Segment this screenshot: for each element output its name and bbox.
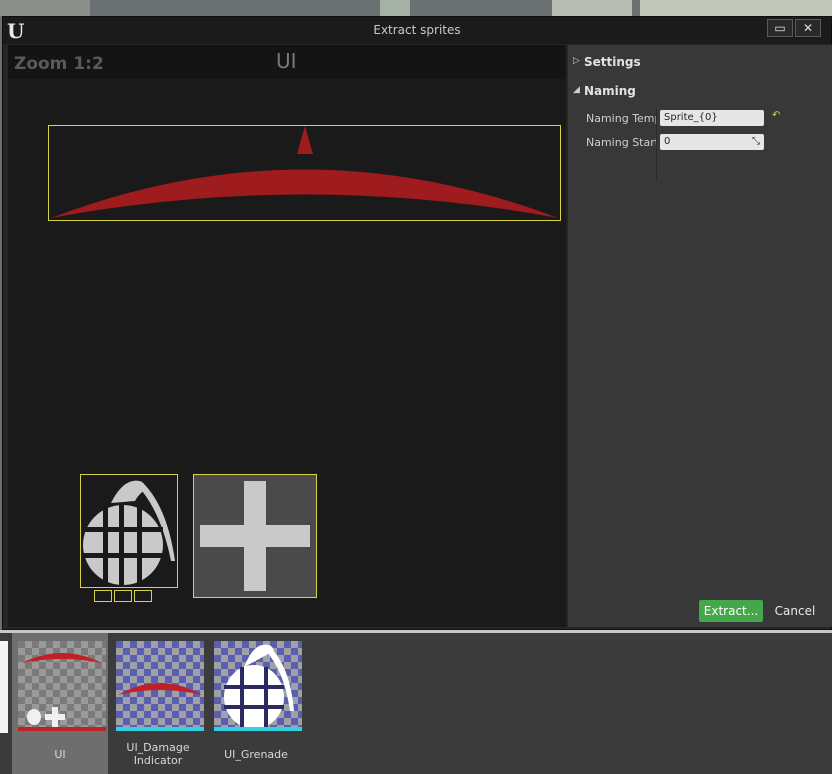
maximize-button[interactable]: ▭	[767, 19, 793, 37]
naming-template-field[interactable]: Sprite_{0}	[660, 110, 764, 126]
window-title: Extract sprites	[373, 23, 461, 37]
settings-category-label: Settings	[584, 55, 641, 69]
sprite-viewport[interactable]: Zoom 1:2 UI	[8, 45, 566, 627]
sprite-region-fragment[interactable]	[94, 590, 112, 602]
viewport-header: Zoom 1:2 UI	[8, 45, 566, 79]
details-panel: ▷ Settings ◢ Naming Naming Temp Sprite_{…	[568, 45, 832, 627]
sprite-region-plus[interactable]	[193, 474, 317, 598]
damage-indicator-preview	[116, 683, 204, 731]
texture-name: UI	[276, 49, 297, 73]
sprite-region-grenade[interactable]	[80, 474, 178, 588]
chevron-down-icon: ◢	[573, 85, 580, 95]
content-browser-strip: UI UI_Damage Indicator UI_Grenade	[0, 630, 832, 774]
asset-thumbnail-grenade	[214, 641, 302, 731]
grenade-preview-icon	[214, 644, 302, 731]
asset-thumbnail-damage-indicator	[116, 641, 204, 731]
extract-button[interactable]: Extract...	[699, 600, 763, 622]
naming-template-label: Naming Temp	[586, 112, 656, 125]
desktop-strip	[640, 0, 832, 16]
asset-tile-ui-grenade[interactable]: UI_Grenade	[208, 633, 304, 774]
naming-category-label: Naming	[584, 84, 636, 98]
asset-thumbnail-ui	[18, 641, 106, 731]
desktop-strip	[0, 0, 90, 16]
plus-sprite-icon	[200, 481, 310, 591]
extract-sprites-dialog: U Extract sprites ▭ ✕ Zoom 1:2 UI ▷ Sett…	[2, 16, 832, 630]
desktop-strip	[552, 0, 632, 16]
chevron-right-icon: ▷	[573, 56, 580, 66]
settings-category[interactable]: ▷ Settings	[568, 51, 832, 75]
asset-tile-partial[interactable]	[0, 641, 8, 733]
title-bar[interactable]: U Extract sprites ▭ ✕	[3, 17, 831, 44]
naming-start-value: 0	[664, 136, 671, 147]
sprite-region-fragment[interactable]	[114, 590, 132, 602]
damage-indicator-sprite	[51, 126, 558, 218]
naming-category[interactable]: ◢ Naming	[568, 80, 832, 104]
ui-texture-preview	[18, 653, 106, 731]
asset-label-ui: UI	[54, 748, 66, 761]
asset-tile-ui-damage-indicator[interactable]: UI_Damage Indicator	[110, 633, 206, 774]
zoom-label: Zoom 1:2	[14, 54, 104, 74]
cancel-button[interactable]: Cancel	[769, 600, 821, 622]
sprite-region-fragment[interactable]	[134, 590, 152, 602]
sprite-region-damage-indicator[interactable]	[48, 125, 561, 221]
naming-start-label: Naming Start	[586, 136, 656, 149]
spin-handle-icon[interactable]: ⤡	[752, 134, 760, 150]
asset-label-grenade: UI_Grenade	[224, 748, 288, 761]
close-button[interactable]: ✕	[795, 19, 821, 37]
asset-label-damage-line2: Indicator	[133, 754, 183, 767]
reset-to-default-icon[interactable]: ↶	[772, 110, 780, 121]
grenade-sprite-icon	[83, 480, 175, 585]
column-divider[interactable]	[656, 109, 657, 181]
asset-tile-ui[interactable]: UI	[12, 633, 108, 774]
asset-label-damage-line1: UI_Damage	[126, 741, 190, 754]
desktop-strip	[380, 0, 410, 16]
naming-start-field[interactable]: 0 ⤡	[660, 134, 764, 150]
